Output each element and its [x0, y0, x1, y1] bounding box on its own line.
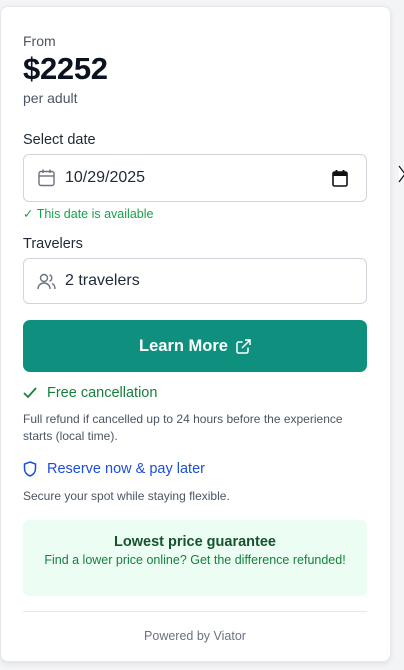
travelers-selector[interactable]: 2 travelers	[23, 258, 367, 304]
travelers-label: Travelers	[23, 236, 83, 252]
price-value: $2252	[23, 51, 108, 86]
date-value: 10/29/2025	[65, 169, 146, 186]
learn-more-button[interactable]: Learn More	[23, 320, 367, 372]
mouse-cursor-icon	[398, 165, 404, 183]
footer-divider	[23, 611, 367, 612]
select-date-label: Select date	[23, 132, 96, 148]
powered-by: Powered by Viator	[144, 629, 246, 643]
external-link-icon	[236, 338, 251, 354]
guarantee-text: Find a lower price online? Get the diffe…	[44, 553, 346, 567]
free-cancellation-title: Free cancellation	[47, 385, 158, 401]
reserve-title: Reserve now & pay later	[47, 461, 205, 477]
date-input[interactable]: 10/29/2025	[23, 154, 367, 202]
price-guarantee-box: Lowest price guarantee Find a lower pric…	[23, 520, 367, 596]
free-cancellation-description: Full refund if cancelled up to 24 hours …	[23, 412, 343, 443]
per-adult-label: per adult	[23, 90, 78, 106]
calendar-picker-icon[interactable]	[332, 170, 348, 187]
travelers-value: 2 travelers	[65, 272, 140, 289]
learn-more-label: Learn More	[139, 336, 228, 355]
users-icon	[36, 271, 56, 291]
free-cancellation: Free cancellation	[23, 385, 157, 401]
guarantee-title: Lowest price guarantee	[114, 534, 276, 550]
shield-icon	[23, 461, 39, 477]
reserve-description: Secure your spot while staying flexible.	[23, 489, 230, 503]
from-label: From	[23, 33, 56, 49]
booking-card: From $2252 per adult Select date 10/29/2…	[0, 6, 391, 662]
availability-status: ✓ This date is available	[23, 207, 154, 221]
calendar-icon	[36, 168, 56, 188]
check-icon	[23, 385, 39, 401]
reserve-now-pay-later: Reserve now & pay later	[23, 461, 205, 477]
